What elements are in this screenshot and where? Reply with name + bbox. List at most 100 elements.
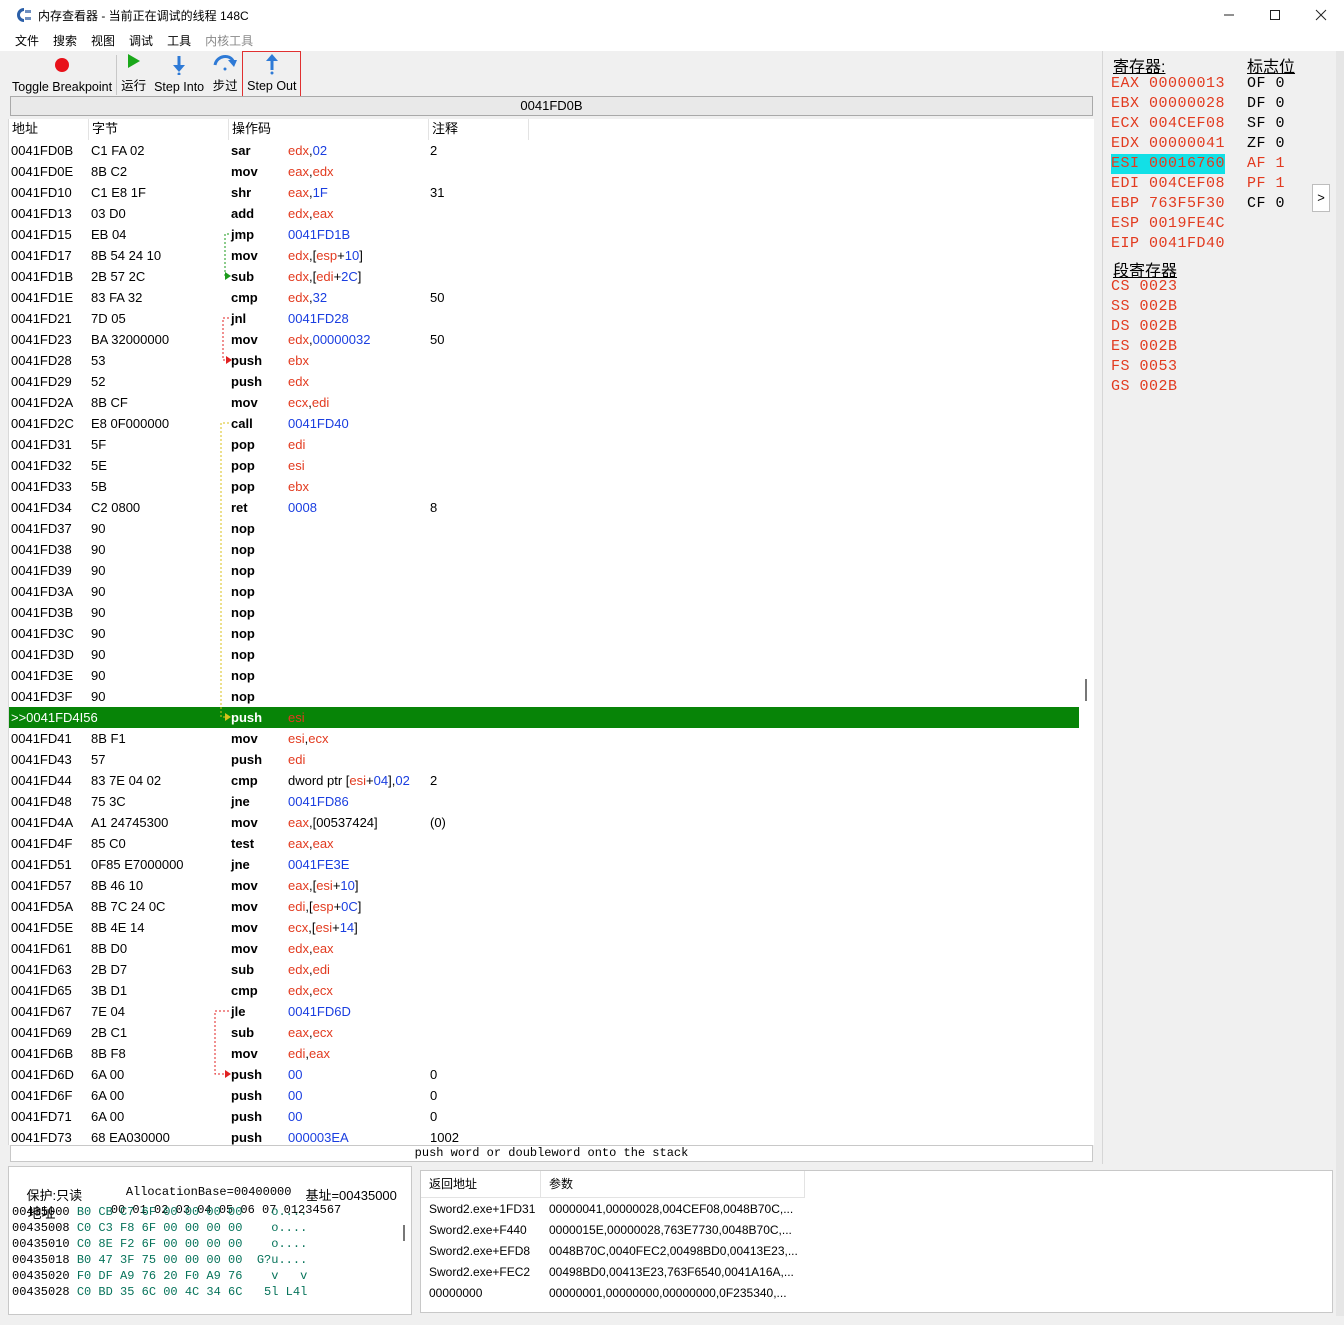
stack-row[interactable]: 00000000 00000001,00000000,00000000,0F235… <box>421 1283 1321 1304</box>
column-header-comment[interactable]: 注释 <box>429 119 529 140</box>
menu-debug[interactable]: 调试 <box>122 32 160 49</box>
disassembly-row[interactable]: 0041FD1E 83 FA 32 cmp edx,32 50 <box>9 287 1079 308</box>
toggle-breakpoint-button[interactable]: Toggle Breakpoint <box>8 51 116 97</box>
register-eax[interactable]: EAX 00000013 <box>1111 74 1225 94</box>
hex-row[interactable]: 00435008 C0 C3 F8 6F 00 00 00 00 o.... <box>12 1221 307 1235</box>
stack-trace-view[interactable]: 返回地址 参数 Sword2.exe+1FD31 00000041,0000002… <box>420 1170 1333 1313</box>
register-edx[interactable]: EDX 00000041 <box>1111 134 1225 154</box>
step-into-button[interactable]: Step Into <box>150 51 208 97</box>
segment-register-es[interactable]: ES 002B <box>1111 337 1178 357</box>
disassembly-row[interactable]: 0041FD37 90 nop <box>9 518 1079 539</box>
hex-scrollbar-thumb[interactable] <box>403 1225 405 1241</box>
flag-zf[interactable]: ZF 0 <box>1247 134 1285 154</box>
disassembly-row[interactable]: 0041FD6D 6A 00 push 00 0 <box>9 1064 1079 1085</box>
stack-row[interactable]: Sword2.exe+1FD31 00000041,00000028,004CEF… <box>421 1199 1321 1220</box>
disassembly-row[interactable]: 0041FD33 5B pop ebx <box>9 476 1079 497</box>
hex-row[interactable]: 00435020 F0 DF A9 76 20 F0 A9 76 v v <box>12 1269 307 1283</box>
disassembly-row[interactable]: 0041FD13 03 D0 add edx,eax <box>9 203 1079 224</box>
menu-view[interactable]: 视图 <box>84 32 122 49</box>
flag-af[interactable]: AF 1 <box>1247 154 1285 174</box>
disassembly-row[interactable]: 0041FD15 EB 04 jmp 0041FD1B <box>9 224 1079 245</box>
hex-row[interactable]: 00435000 B0 CB C7 6F 00 00 00 00 o.... <box>12 1205 307 1219</box>
menu-kernel-tools[interactable]: 内核工具 <box>198 32 260 49</box>
close-button[interactable] <box>1298 0 1344 30</box>
segment-register-fs[interactable]: FS 0053 <box>1111 357 1178 377</box>
disassembly-row[interactable]: 0041FD3E 90 nop <box>9 665 1079 686</box>
disassembly-row[interactable]: 0041FD3B 90 nop <box>9 602 1079 623</box>
current-instruction-row[interactable]: >>0041FD4I56 push esi <box>9 707 1079 728</box>
expand-registers-button[interactable]: > <box>1312 184 1330 212</box>
disassembly-row[interactable]: 0041FD73 68 EA030000 push 000003EA 1002 <box>9 1127 1079 1145</box>
disassembly-row[interactable]: 0041FD4F 85 C0 test eax,eax <box>9 833 1079 854</box>
disassembly-row[interactable]: 0041FD39 90 nop <box>9 560 1079 581</box>
disassembly-row[interactable]: 0041FD10 C1 E8 1F shr eax,1F 31 <box>9 182 1079 203</box>
hex-row[interactable]: 00435010 C0 8E F2 6F 00 00 00 00 o.... <box>12 1237 307 1251</box>
disassembly-row[interactable]: 0041FD38 90 nop <box>9 539 1079 560</box>
disassembly-row[interactable]: 0041FD1B 2B 57 2C sub edx,[edi+2C] <box>9 266 1079 287</box>
register-eip[interactable]: EIP 0041FD40 <box>1111 234 1225 254</box>
maximize-button[interactable] <box>1252 0 1298 30</box>
hex-row[interactable]: 00435018 B0 47 3F 75 00 00 00 00 G?u.... <box>12 1253 307 1267</box>
column-header-opcode[interactable]: 操作码 <box>229 119 429 140</box>
minimize-button[interactable] <box>1206 0 1252 30</box>
stack-row[interactable]: Sword2.exe+FEC2 00498BD0,00413E23,763F654… <box>421 1262 1321 1283</box>
disassembly-row[interactable]: 0041FD63 2B D7 sub edx,edi <box>9 959 1079 980</box>
disassembly-row[interactable]: 0041FD32 5E pop esi <box>9 455 1079 476</box>
disassembly-row[interactable]: 0041FD34 C2 0800 ret 0008 8 <box>9 497 1079 518</box>
flag-df[interactable]: DF 0 <box>1247 94 1285 114</box>
step-out-button[interactable]: Step Out <box>242 51 302 97</box>
disassembly-row[interactable]: 0041FD5E 8B 4E 14 mov ecx,[esi+14] <box>9 917 1079 938</box>
column-header-parameters[interactable]: 参数 <box>541 1171 805 1198</box>
disassembly-row[interactable]: 0041FD0E 8B C2 mov eax,edx <box>9 161 1079 182</box>
disassembly-row[interactable]: 0041FD65 3B D1 cmp edx,ecx <box>9 980 1079 1001</box>
segment-register-cs[interactable]: CS 0023 <box>1111 277 1178 297</box>
disassembly-row[interactable]: 0041FD31 5F pop edi <box>9 434 1079 455</box>
segment-register-ss[interactable]: SS 002B <box>1111 297 1178 317</box>
disassembly-row[interactable]: 0041FD21 7D 05 jnl 0041FD28 <box>9 308 1079 329</box>
column-header-return-address[interactable]: 返回地址 <box>421 1171 541 1198</box>
disassembly-row[interactable]: 0041FD3A 90 nop <box>9 581 1079 602</box>
register-esp[interactable]: ESP 0019FE4C <box>1111 214 1225 234</box>
disassembly-row[interactable]: 0041FD28 53 push ebx <box>9 350 1079 371</box>
disassembly-row[interactable]: 0041FD57 8B 46 10 mov eax,[esi+10] <box>9 875 1079 896</box>
register-ebx[interactable]: EBX 00000028 <box>1111 94 1225 114</box>
disassembly-row[interactable]: 0041FD5A 8B 7C 24 0C mov edi,[esp+0C] <box>9 896 1079 917</box>
column-header-bytes[interactable]: 字节 <box>89 119 229 140</box>
address-bar[interactable]: 0041FD0B <box>10 96 1093 116</box>
disassembly-row[interactable]: 0041FD51 0F85 E7000000 jne 0041FE3E <box>9 854 1079 875</box>
menu-tools[interactable]: 工具 <box>160 32 198 49</box>
disassembly-scrollbar-thumb[interactable] <box>1085 679 1087 701</box>
disassembly-view[interactable]: 地址 字节 操作码 注释 0041FD0B C1 FA 02 sar edx,02 2 0… <box>8 119 1094 1145</box>
disassembly-row[interactable]: 0041FD0B C1 FA 02 sar edx,02 2 <box>9 140 1079 161</box>
segment-register-ds[interactable]: DS 002B <box>1111 317 1178 337</box>
disassembly-row[interactable]: 0041FD3C 90 nop <box>9 623 1079 644</box>
disassembly-row[interactable]: 0041FD69 2B C1 sub eax,ecx <box>9 1022 1079 1043</box>
disassembly-row[interactable]: 0041FD48 75 3C jne 0041FD86 <box>9 791 1079 812</box>
disassembly-row[interactable]: 0041FD6F 6A 00 push 00 0 <box>9 1085 1079 1106</box>
register-ebp[interactable]: EBP 763F5F30 <box>1111 194 1225 214</box>
menu-file[interactable]: 文件 <box>8 32 46 49</box>
disassembly-row[interactable]: 0041FD71 6A 00 push 00 0 <box>9 1106 1079 1127</box>
disassembly-row[interactable]: 0041FD67 7E 04 jle 0041FD6D <box>9 1001 1079 1022</box>
register-ecx[interactable]: ECX 004CEF08 <box>1111 114 1225 134</box>
menu-search[interactable]: 搜索 <box>46 32 84 49</box>
disassembly-row[interactable]: 0041FD29 52 push edx <box>9 371 1079 392</box>
stack-row[interactable]: Sword2.exe+F440 0000015E,00000028,763E773… <box>421 1220 1321 1241</box>
flag-of[interactable]: OF 0 <box>1247 74 1285 94</box>
disassembly-row[interactable]: 0041FD3D 90 nop <box>9 644 1079 665</box>
disassembly-row[interactable]: 0041FD17 8B 54 24 10 mov edx,[esp+10] <box>9 245 1079 266</box>
segment-register-gs[interactable]: GS 002B <box>1111 377 1178 397</box>
flag-pf[interactable]: PF 1 <box>1247 174 1285 194</box>
column-header-address[interactable]: 地址 <box>9 119 89 140</box>
stack-row[interactable]: Sword2.exe+EFD8 0048B70C,0040FEC2,00498BD… <box>421 1241 1321 1262</box>
hex-row[interactable]: 00435028 C0 BD 35 6C 00 4C 34 6C 5l L4l <box>12 1285 307 1299</box>
hex-view[interactable]: 保护:只读 AllocationBase=00400000 基址=0043500… <box>8 1166 412 1315</box>
register-edi[interactable]: EDI 004CEF08 <box>1111 174 1225 194</box>
flag-sf[interactable]: SF 0 <box>1247 114 1285 134</box>
flag-cf[interactable]: CF 0 <box>1247 194 1285 214</box>
disassembly-row[interactable]: 0041FD2A 8B CF mov ecx,edi <box>9 392 1079 413</box>
disassembly-row[interactable]: 0041FD6B 8B F8 mov edi,eax <box>9 1043 1079 1064</box>
run-button[interactable]: 运行 <box>117 51 150 97</box>
disassembly-row[interactable]: 0041FD61 8B D0 mov edx,eax <box>9 938 1079 959</box>
disassembly-row[interactable]: 0041FD3F 90 nop <box>9 686 1079 707</box>
